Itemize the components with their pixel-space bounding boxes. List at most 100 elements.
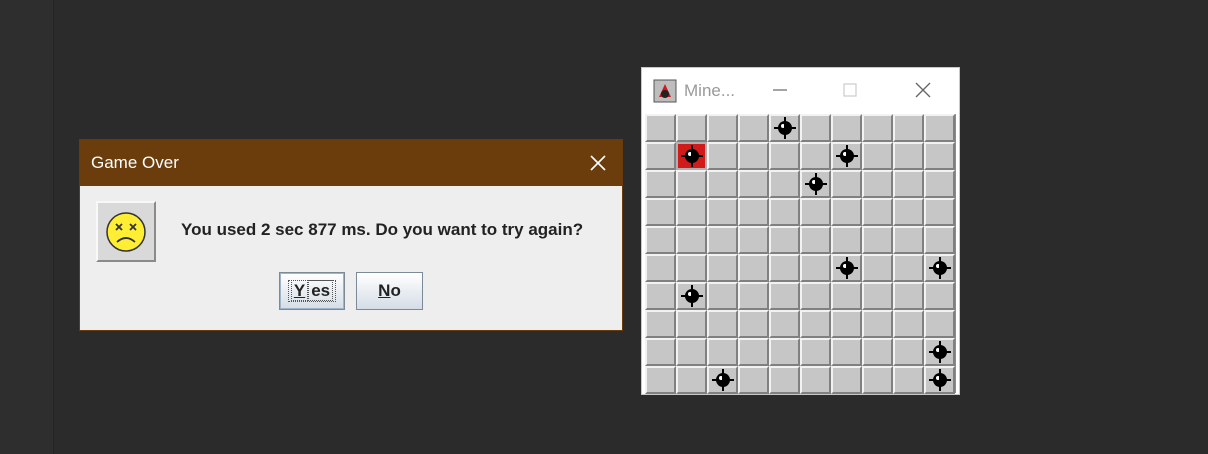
mine-cell[interactable] [645, 226, 676, 254]
maximize-icon[interactable] [840, 80, 860, 100]
mine-cell[interactable] [800, 338, 831, 366]
mine-cell[interactable] [800, 226, 831, 254]
mine-cell[interactable] [862, 198, 893, 226]
mine-cell[interactable] [769, 142, 800, 170]
mine-cell[interactable] [738, 282, 769, 310]
mine-cell[interactable] [862, 170, 893, 198]
mine-cell[interactable] [645, 366, 676, 394]
mine-cell[interactable] [707, 114, 738, 142]
mine-cell[interactable] [924, 254, 955, 282]
mine-cell[interactable] [862, 282, 893, 310]
mine-cell[interactable] [893, 142, 924, 170]
mine-cell[interactable] [769, 338, 800, 366]
mine-cell[interactable] [862, 254, 893, 282]
mine-cell[interactable] [645, 338, 676, 366]
mine-cell[interactable] [738, 366, 769, 394]
mine-cell[interactable] [676, 170, 707, 198]
mine-cell[interactable] [645, 142, 676, 170]
mine-cell[interactable] [769, 170, 800, 198]
mine-cell[interactable] [707, 142, 738, 170]
minimize-icon[interactable] [770, 80, 790, 100]
mine-cell[interactable] [707, 310, 738, 338]
mine-cell[interactable] [676, 114, 707, 142]
mine-cell[interactable] [862, 366, 893, 394]
mine-cell[interactable] [924, 226, 955, 254]
mine-cell[interactable] [676, 198, 707, 226]
mine-cell[interactable] [738, 254, 769, 282]
mine-cell[interactable] [862, 114, 893, 142]
mine-cell[interactable] [924, 366, 955, 394]
mine-cell[interactable] [862, 310, 893, 338]
mine-cell[interactable] [707, 170, 738, 198]
mine-cell[interactable] [676, 366, 707, 394]
mine-cell[interactable] [707, 338, 738, 366]
close-icon[interactable] [912, 79, 934, 101]
mine-cell[interactable] [738, 310, 769, 338]
mine-cell[interactable] [893, 114, 924, 142]
mine-cell[interactable] [893, 254, 924, 282]
exploded-mine-cell[interactable] [676, 142, 707, 170]
mine-cell[interactable] [800, 198, 831, 226]
mine-cell[interactable] [707, 282, 738, 310]
mine-cell[interactable] [707, 226, 738, 254]
mine-cell[interactable] [707, 366, 738, 394]
mine-cell[interactable] [893, 198, 924, 226]
mine-cell[interactable] [800, 310, 831, 338]
mine-cell[interactable] [738, 198, 769, 226]
mine-cell[interactable] [645, 198, 676, 226]
mine-cell[interactable] [800, 170, 831, 198]
mine-cell[interactable] [707, 198, 738, 226]
no-button[interactable]: No [356, 272, 423, 310]
mine-cell[interactable] [645, 170, 676, 198]
mine-cell[interactable] [831, 310, 862, 338]
mine-cell[interactable] [924, 114, 955, 142]
mine-cell[interactable] [893, 338, 924, 366]
mine-cell[interactable] [924, 142, 955, 170]
mine-cell[interactable] [769, 366, 800, 394]
mine-cell[interactable] [862, 226, 893, 254]
close-icon[interactable] [588, 153, 608, 173]
mine-cell[interactable] [831, 198, 862, 226]
mine-cell[interactable] [676, 254, 707, 282]
mine-cell[interactable] [831, 170, 862, 198]
mine-cell[interactable] [645, 282, 676, 310]
mine-cell[interactable] [831, 282, 862, 310]
mine-cell[interactable] [769, 282, 800, 310]
mine-cell[interactable] [738, 114, 769, 142]
mine-cell[interactable] [831, 254, 862, 282]
mine-cell[interactable] [738, 142, 769, 170]
mine-cell[interactable] [800, 114, 831, 142]
mine-cell[interactable] [831, 142, 862, 170]
mine-cell[interactable] [769, 310, 800, 338]
mine-cell[interactable] [893, 310, 924, 338]
mine-cell[interactable] [676, 310, 707, 338]
mine-cell[interactable] [831, 114, 862, 142]
mine-cell[interactable] [924, 170, 955, 198]
mine-cell[interactable] [800, 254, 831, 282]
mine-cell[interactable] [924, 198, 955, 226]
mine-cell[interactable] [831, 338, 862, 366]
mine-cell[interactable] [831, 366, 862, 394]
mine-cell[interactable] [676, 282, 707, 310]
mine-cell[interactable] [645, 310, 676, 338]
mine-cell[interactable] [893, 226, 924, 254]
mine-cell[interactable] [893, 366, 924, 394]
mine-cell[interactable] [924, 338, 955, 366]
mine-cell[interactable] [769, 254, 800, 282]
mine-cell[interactable] [707, 254, 738, 282]
mine-cell[interactable] [924, 282, 955, 310]
mine-cell[interactable] [676, 226, 707, 254]
window-title-bar[interactable]: Mine... [642, 68, 959, 112]
mine-cell[interactable] [769, 226, 800, 254]
mine-cell[interactable] [645, 254, 676, 282]
mine-cell[interactable] [676, 338, 707, 366]
mine-cell[interactable] [800, 366, 831, 394]
mine-cell[interactable] [893, 170, 924, 198]
mine-cell[interactable] [800, 142, 831, 170]
mine-cell[interactable] [924, 310, 955, 338]
mine-cell[interactable] [862, 338, 893, 366]
mine-cell[interactable] [645, 114, 676, 142]
mine-cell[interactable] [769, 114, 800, 142]
mine-cell[interactable] [800, 282, 831, 310]
mine-cell[interactable] [738, 226, 769, 254]
